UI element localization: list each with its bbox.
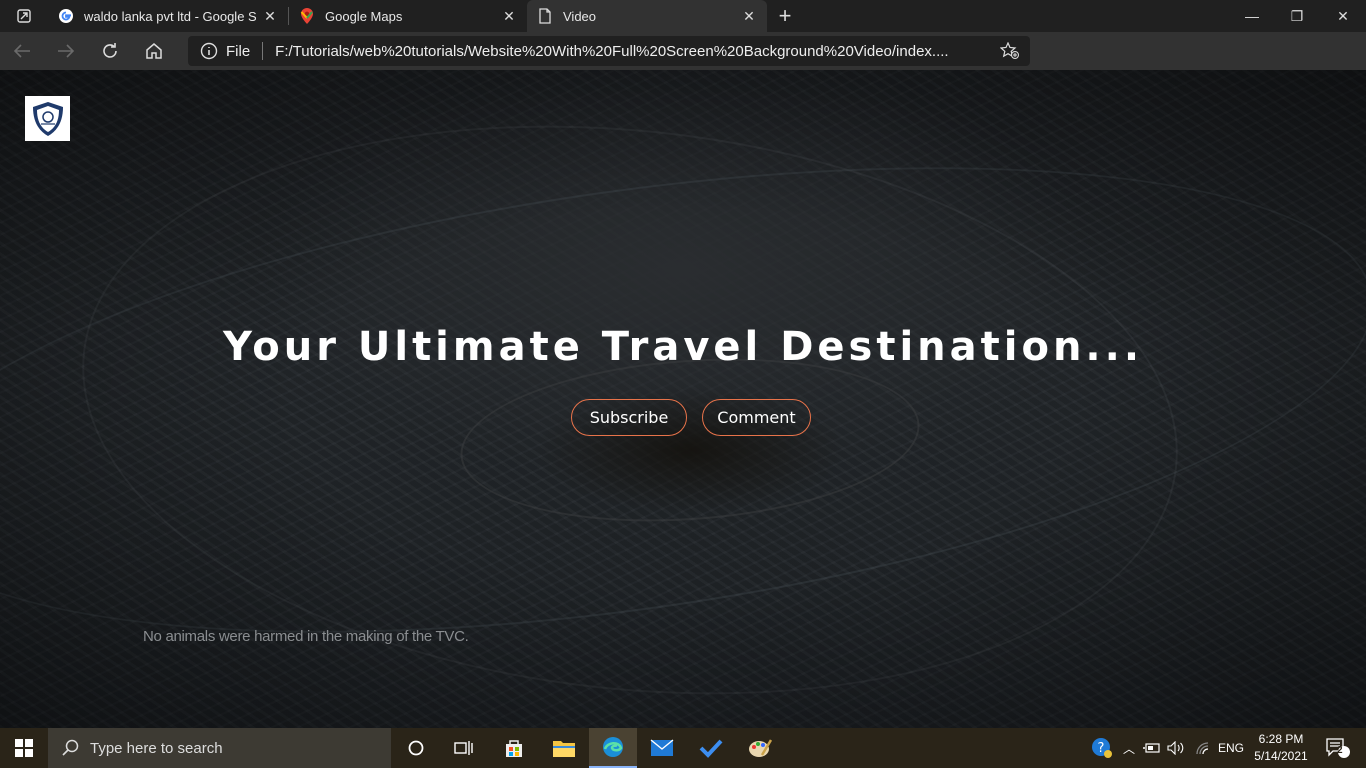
home-button[interactable]	[132, 32, 176, 70]
show-hidden-icons-button[interactable]: ︿	[1120, 728, 1138, 768]
refresh-button[interactable]	[88, 32, 132, 70]
minimize-button[interactable]: —	[1229, 0, 1275, 32]
back-button[interactable]	[0, 32, 44, 70]
close-icon[interactable]: ✕	[741, 8, 757, 24]
battery-icon	[1143, 743, 1160, 753]
restore-button[interactable]: ❐	[1274, 0, 1320, 32]
checkmark-icon	[699, 739, 723, 758]
close-icon: ✕	[1337, 7, 1349, 24]
cortana-button[interactable]	[392, 728, 440, 768]
paint-app[interactable]	[736, 728, 784, 768]
minimize-icon: —	[1245, 8, 1259, 24]
browser-toolbar: File F:/Tutorials/web%20tutorials/Websit…	[0, 32, 1366, 95]
close-icon[interactable]: ✕	[501, 8, 517, 24]
tab-actions-button[interactable]	[0, 0, 48, 32]
tab-google-search[interactable]: waldo lanka pvt ltd - Google Sea ✕	[48, 0, 288, 32]
windows-taskbar: Type here to search ? ︿ ENG 6:28 PM 5/14…	[0, 728, 1366, 768]
battery-tray-icon[interactable]	[1142, 728, 1162, 768]
shield-logo-icon	[32, 101, 63, 136]
speaker-icon	[1167, 741, 1184, 755]
home-icon	[146, 43, 162, 59]
wifi-icon	[1196, 742, 1209, 755]
taskbar-search[interactable]: Type here to search	[48, 728, 391, 768]
arrow-right-icon	[58, 44, 75, 58]
add-favorite-icon[interactable]	[1000, 42, 1020, 60]
todo-app[interactable]	[687, 728, 735, 768]
edge-icon	[603, 737, 623, 757]
tab-video-active[interactable]: Video ✕	[527, 0, 767, 32]
address-scheme: File	[226, 42, 251, 60]
refresh-icon	[103, 43, 117, 58]
plus-icon: +	[778, 3, 792, 28]
tab-google-maps[interactable]: Google Maps ✕	[289, 0, 527, 32]
edge-app[interactable]	[589, 728, 637, 768]
restore-icon: ❐	[1290, 7, 1304, 24]
mail-icon	[650, 739, 674, 756]
notification-count: 2	[1337, 745, 1343, 756]
video-background: Your Ultimate Travel Destination... Subs…	[0, 70, 1366, 728]
help-tray-icon[interactable]: ?	[1090, 728, 1114, 768]
address-bar[interactable]: File F:/Tutorials/web%20tutorials/Websit…	[188, 36, 1030, 66]
search-placeholder: Type here to search	[90, 739, 223, 757]
clock-time: 6:28 PM	[1258, 732, 1304, 746]
tab-title: Google Maps	[325, 8, 403, 24]
notification-center-button[interactable]: 2	[1318, 728, 1358, 768]
cortana-icon	[408, 740, 424, 756]
video-disclaimer: No animals were harmed in the making of …	[143, 628, 469, 645]
network-tray-icon[interactable]	[1193, 728, 1213, 768]
hero-headline: Your Ultimate Travel Destination...	[222, 324, 1144, 370]
address-url[interactable]: F:/Tutorials/web%20tutorials/Website%20W…	[275, 43, 985, 60]
subscribe-button[interactable]: Subscribe	[571, 399, 687, 436]
taskbar-clock[interactable]: 6:28 PM 5/14/2021	[1248, 731, 1314, 765]
comment-button[interactable]: Comment	[702, 399, 811, 436]
volume-tray-icon[interactable]	[1166, 728, 1186, 768]
close-icon[interactable]: ✕	[262, 8, 278, 24]
search-icon	[62, 739, 79, 756]
forward-button[interactable]	[44, 32, 88, 70]
svg-text:?: ?	[1098, 741, 1105, 756]
new-tab-button[interactable]: +	[767, 0, 803, 32]
input-language[interactable]: ENG	[1216, 728, 1246, 768]
store-icon	[506, 740, 522, 757]
mail-app[interactable]	[638, 728, 686, 768]
info-icon[interactable]	[200, 42, 218, 60]
address-divider	[262, 42, 264, 60]
task-view-button[interactable]	[440, 728, 488, 768]
help-icon: ?	[1092, 738, 1112, 758]
folder-icon	[553, 741, 575, 757]
tab-actions-icon	[17, 9, 31, 23]
file-explorer-app[interactable]	[540, 728, 588, 768]
google-maps-icon	[299, 8, 315, 24]
store-app[interactable]	[490, 728, 538, 768]
tab-title: waldo lanka pvt ltd - Google Sea	[84, 8, 256, 24]
tab-title: Video	[563, 8, 597, 24]
windows-icon	[15, 739, 33, 757]
chevron-up-icon: ︿	[1122, 741, 1135, 756]
hero-actions: Subscribe Comment	[0, 399, 1366, 436]
arrow-left-icon	[13, 44, 30, 58]
close-window-button[interactable]: ✕	[1320, 0, 1366, 32]
clock-date: 5/14/2021	[1254, 749, 1308, 763]
tab-strip: waldo lanka pvt ltd - Google Sea ✕ Googl…	[0, 0, 1366, 32]
site-logo[interactable]	[25, 96, 70, 141]
google-icon	[58, 8, 74, 24]
start-button[interactable]	[0, 728, 48, 768]
paint-palette-icon	[749, 739, 772, 757]
task-view-icon	[454, 741, 473, 755]
page-icon	[537, 8, 553, 24]
